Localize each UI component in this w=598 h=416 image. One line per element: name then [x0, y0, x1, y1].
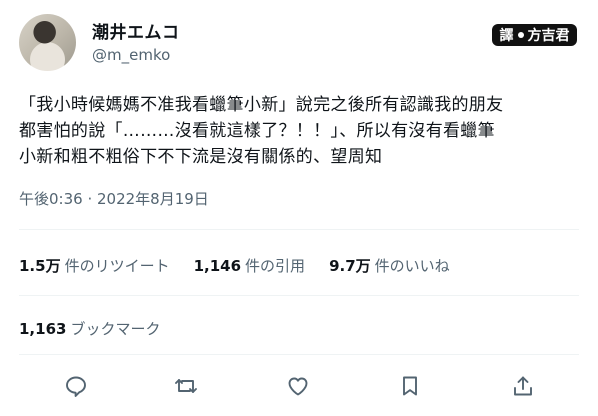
tweet-line: 「我小時候媽媽不准我看蠟筆小新」說完之後所有認識我的朋友 [19, 95, 504, 115]
action-bar [0, 368, 598, 404]
retweet-button[interactable] [173, 373, 199, 399]
quote-count[interactable]: 1,146 件の引用 [194, 255, 305, 276]
retweet-icon [175, 379, 197, 393]
divider [19, 295, 579, 296]
bookmark-count-value: 1,163 [19, 320, 67, 338]
reply-button[interactable] [63, 373, 89, 399]
tweet-text: 「我小時候媽媽不准我看蠟筆小新」說完之後所有認識我的朋友 都害怕的說「………沒看… [19, 92, 579, 170]
bookmark-count[interactable]: 1,163 ブックマーク [19, 318, 160, 339]
quote-count-label: 件の引用 [245, 257, 306, 275]
avatar[interactable] [19, 14, 76, 71]
like-count-value: 9.7万 [329, 257, 371, 275]
divider [19, 229, 579, 230]
bookmark-button[interactable] [397, 373, 423, 399]
share-button[interactable] [510, 373, 536, 399]
watermark-left: 譯 [499, 28, 514, 44]
bookmark-count-label: ブックマーク [70, 320, 161, 338]
engagement-stats: 1.5万 件のリツイート 1,146 件の引用 9.7万 件のいいね [19, 255, 474, 276]
display-name[interactable]: 潮井エムコ [92, 18, 180, 43]
reply-icon [66, 376, 86, 397]
like-count[interactable]: 9.7万 件のいいね [329, 255, 450, 276]
watermark-right: 方吉君 [527, 28, 570, 44]
watermark-separator [517, 32, 524, 38]
user-handle[interactable]: @m_emko [92, 46, 170, 64]
like-button[interactable] [285, 373, 311, 399]
quote-count-value: 1,146 [193, 257, 242, 275]
retweet-count-label: 件のリツイート [64, 257, 170, 275]
tweet-line: 小新和粗不粗俗下不下流是沒有關係的、望周知 [19, 147, 383, 167]
like-icon [288, 377, 308, 396]
share-icon [514, 376, 532, 396]
tweet-line: 都害怕的說「………沒看就這樣了？！！」、所以有沒有看蠟筆 [19, 121, 495, 141]
like-count-label: 件のいいね [374, 257, 450, 275]
translator-watermark: 譯 方吉君 [492, 24, 577, 46]
bookmark-icon [403, 376, 417, 396]
divider [19, 354, 579, 355]
tweet-timestamp[interactable]: 午後0:36 · 2022年8月19日 [19, 188, 209, 209]
retweet-count-value: 1.5万 [19, 257, 61, 275]
retweet-count[interactable]: 1.5万 件のリツイート [19, 255, 170, 276]
